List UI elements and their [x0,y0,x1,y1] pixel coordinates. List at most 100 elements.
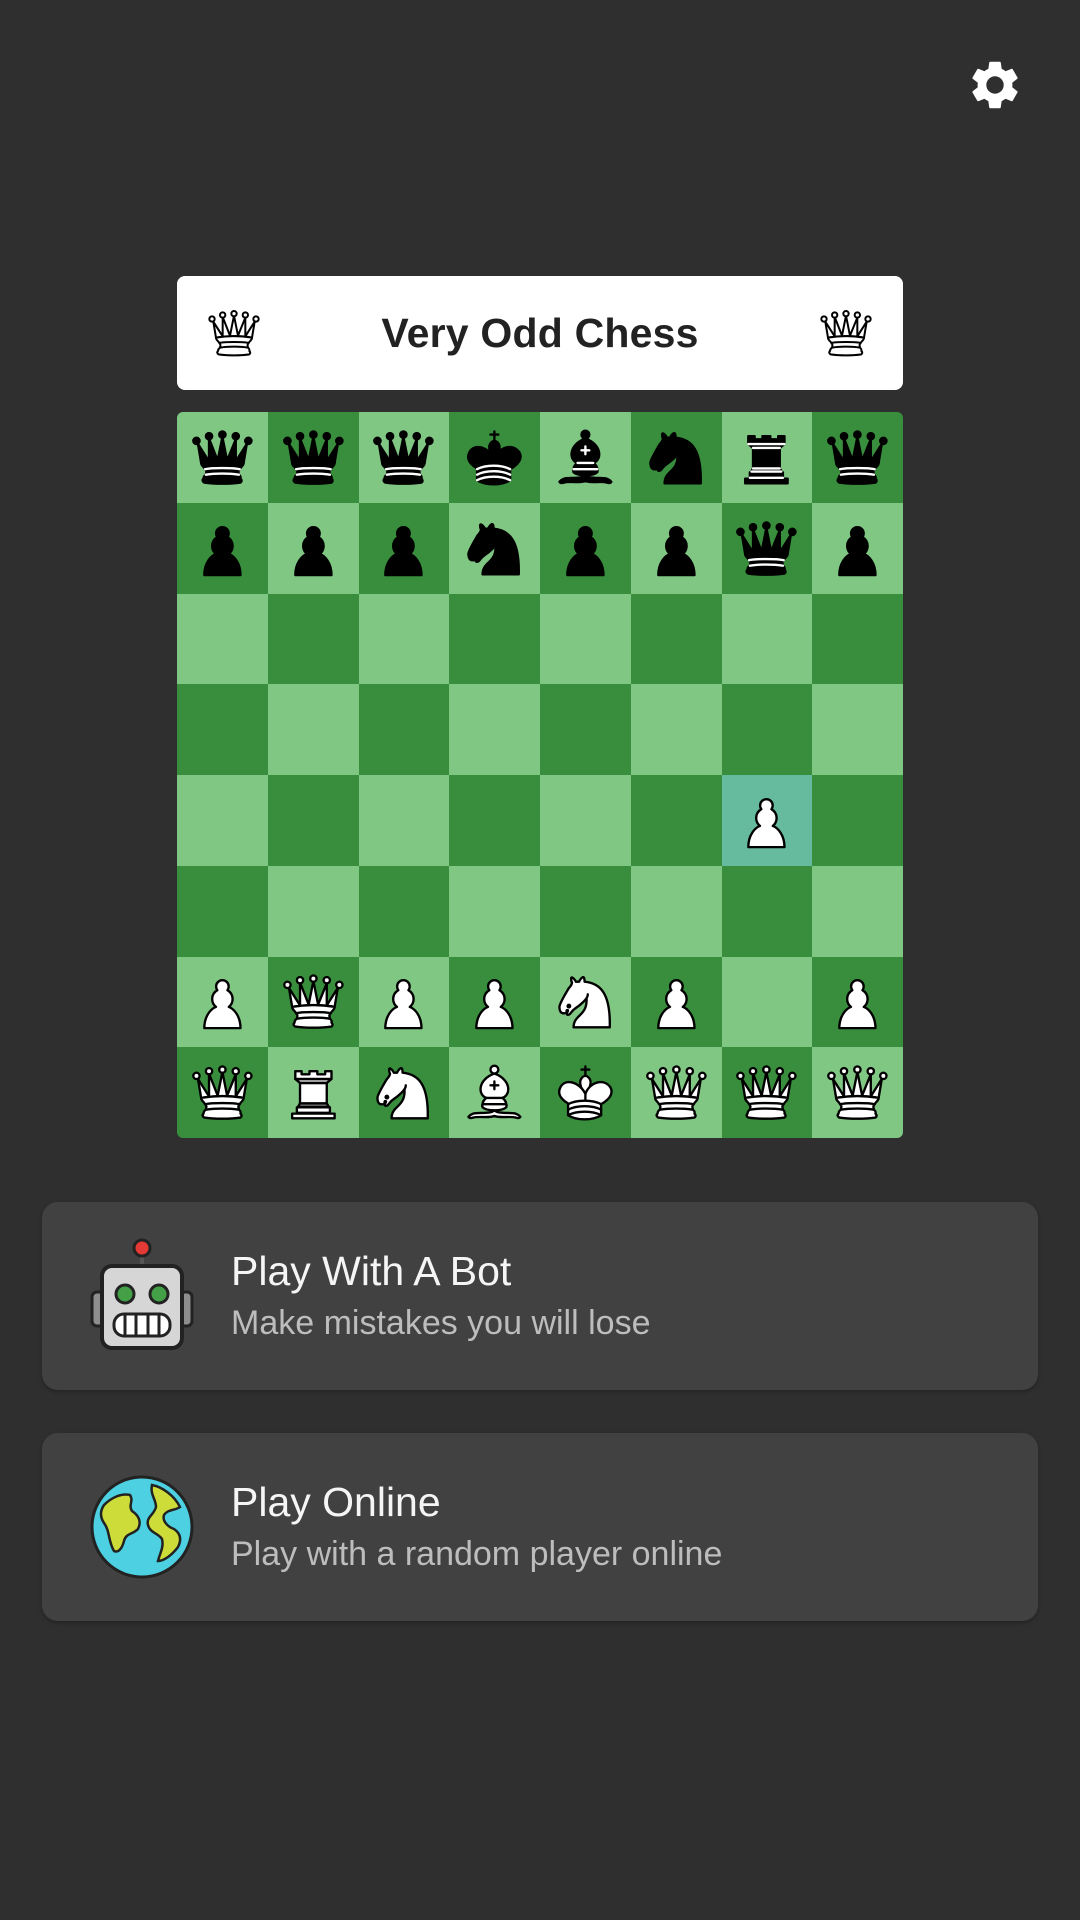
square-h6[interactable] [812,593,903,685]
globe-icon [90,1475,194,1579]
white-knight-icon [376,1067,430,1120]
online-subtitle: Play with a random player online [231,1535,723,1573]
square-e6[interactable] [540,593,631,685]
chess-board[interactable] [177,412,903,1138]
square-h2[interactable] [812,956,903,1048]
square-c1[interactable] [358,1047,450,1138]
black-knight-icon [467,522,521,576]
square-g8[interactable] [721,412,813,503]
black-bishop-icon [558,429,613,485]
white-pawn-icon [203,979,242,1030]
white-queen-icon [282,974,344,1030]
black-pawn-icon [293,525,333,577]
white-pawn-icon [656,979,696,1030]
square-b4[interactable] [267,775,359,866]
square-c5[interactable] [358,684,450,775]
square-g1[interactable] [721,1047,813,1138]
black-pawn-icon [566,525,605,577]
square-g3[interactable] [721,865,813,957]
square-f5[interactable] [630,684,722,775]
queen-icon [820,310,872,357]
square-a2[interactable] [177,956,268,1048]
square-e3[interactable] [540,865,631,957]
square-c2[interactable] [358,956,450,1048]
square-d6[interactable] [449,593,540,685]
square-b5[interactable] [267,684,359,775]
settings-button[interactable] [966,56,1024,114]
white-pawn-icon [475,979,514,1030]
square-h5[interactable] [812,684,903,775]
white-queen-icon [645,1065,707,1121]
square-h1[interactable] [812,1047,903,1138]
square-f6[interactable] [630,593,722,685]
square-c8[interactable] [358,412,450,503]
black-queen-icon [282,430,344,485]
square-b7[interactable] [267,502,359,594]
square-d5[interactable] [449,684,540,775]
queen-icon [208,310,260,357]
square-g2[interactable] [721,956,813,1048]
square-d2[interactable] [449,956,540,1048]
square-a4[interactable] [177,775,268,866]
black-pawn-icon [838,525,877,577]
square-f1[interactable] [630,1047,722,1138]
square-f4[interactable] [630,775,722,866]
square-a3[interactable] [177,865,268,957]
black-rook-icon [744,434,790,485]
square-g4[interactable] [721,775,813,866]
square-e7[interactable] [540,502,631,594]
square-e1[interactable] [540,1047,631,1138]
square-c6[interactable] [358,593,450,685]
square-g7[interactable] [721,502,813,594]
square-a8[interactable] [177,412,268,503]
square-a7[interactable] [177,502,268,594]
square-d7[interactable] [449,502,540,594]
square-g5[interactable] [721,684,813,775]
square-a1[interactable] [177,1047,268,1138]
square-b3[interactable] [267,865,359,957]
square-c7[interactable] [358,502,450,594]
square-e4[interactable] [540,775,631,866]
square-d1[interactable] [449,1047,540,1138]
square-d4[interactable] [449,775,540,866]
bot-title: Play With A Bot [231,1248,512,1294]
white-knight-icon [558,976,611,1030]
square-h4[interactable] [812,775,903,866]
play-online-button[interactable]: Play Online Play with a random player on… [42,1433,1038,1621]
square-b2[interactable] [267,956,359,1048]
black-pawn-icon [203,525,242,577]
square-f7[interactable] [630,502,722,594]
black-queen-icon [736,520,798,576]
square-a5[interactable] [177,684,268,775]
square-h7[interactable] [812,502,903,594]
square-f3[interactable] [630,865,722,957]
square-a6[interactable] [177,593,268,685]
gear-icon [972,61,1018,109]
square-h3[interactable] [812,865,903,957]
square-d3[interactable] [449,865,540,957]
square-b1[interactable] [267,1047,359,1138]
black-pawn-icon [384,525,424,577]
white-queen-icon [192,1065,253,1121]
robot-icon [90,1238,194,1350]
title-card: Very Odd Chess [177,276,903,390]
square-h8[interactable] [812,412,903,503]
black-queen-icon [827,430,888,485]
square-e5[interactable] [540,684,631,775]
black-queen-icon [192,430,253,485]
white-queen-icon [827,1065,888,1121]
square-b8[interactable] [267,412,359,503]
square-e2[interactable] [540,956,631,1048]
square-c3[interactable] [358,865,450,957]
black-queen-icon [373,430,435,485]
square-g6[interactable] [721,593,813,685]
square-b6[interactable] [267,593,359,685]
black-knight-icon [648,431,702,485]
square-f8[interactable] [630,412,722,503]
square-c4[interactable] [358,775,450,866]
play-with-bot-button[interactable]: Play With A Bot Make mistakes you will l… [42,1202,1038,1390]
square-d8[interactable] [449,412,540,503]
online-title: Play Online [231,1479,441,1525]
square-f2[interactable] [630,956,722,1048]
square-e8[interactable] [540,412,631,503]
